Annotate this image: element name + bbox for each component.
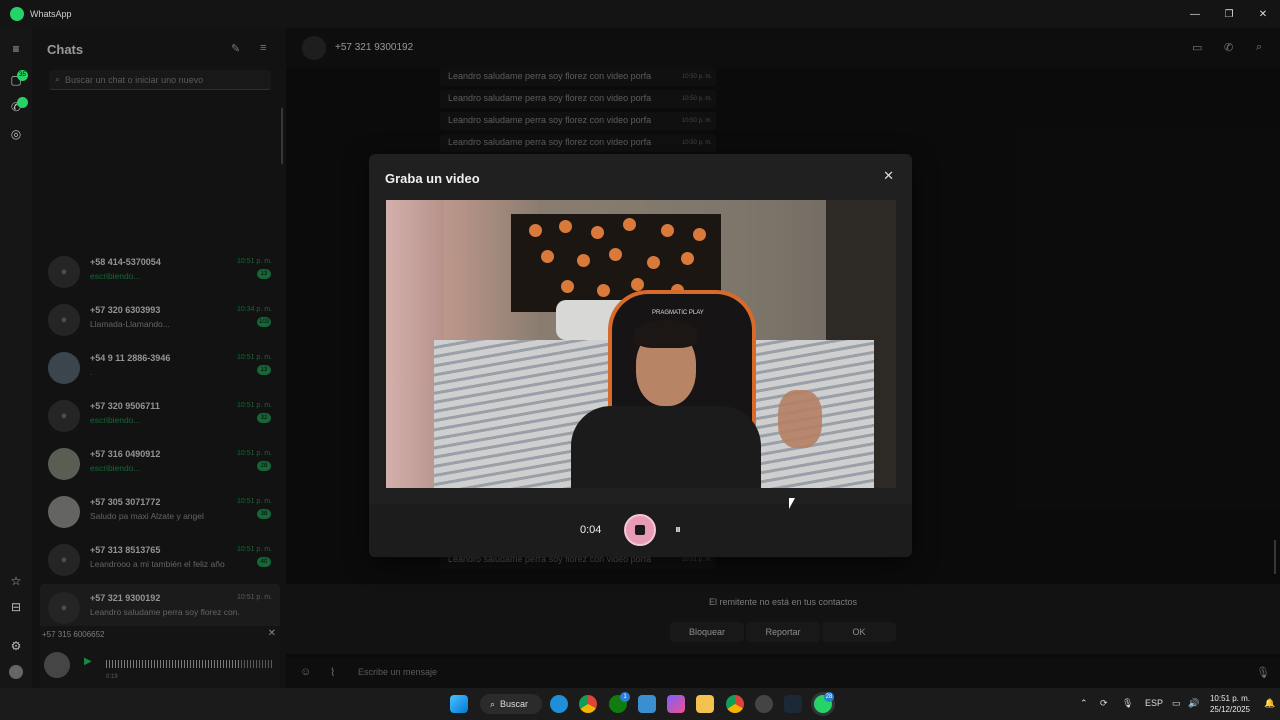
camera-preview: PRAGMATIC PLAY <box>386 200 896 488</box>
mouse-cursor-icon <box>789 498 795 509</box>
photos-icon[interactable] <box>638 695 656 713</box>
steam-icon[interactable] <box>784 695 802 713</box>
nav-rail: ≡ ▢ 35 ✆ ◎ ☆ ⊟ ⚙ <box>0 28 32 688</box>
profile-avatar[interactable] <box>9 665 23 679</box>
chevron-up-icon[interactable]: ⌃ <box>1080 698 1088 709</box>
taskbar-clock[interactable]: 10:51 p. m. 25/12/2025 <box>1206 693 1254 715</box>
whatsapp-logo-icon <box>10 7 24 21</box>
title-bar: WhatsApp — ❐ ✕ <box>0 0 1280 28</box>
taskbar: ⌕ Buscar 1 28 ⌃ ⟳ 🎙 ESP ▭ 🔊 10:51 p. m. 2… <box>0 688 1280 720</box>
app-title: WhatsApp <box>30 9 72 19</box>
window-controls: — ❐ ✕ <box>1178 0 1280 28</box>
restore-icon[interactable]: ❐ <box>1212 0 1246 28</box>
status-icon[interactable]: ◎ <box>9 127 23 141</box>
chair-brand-text: PRAGMATIC PLAY <box>652 310 704 316</box>
clock-date: 25/12/2025 <box>1209 705 1251 714</box>
recording-timer: 0:04 <box>580 524 602 536</box>
settings-icon[interactable]: ⚙ <box>9 639 23 653</box>
recording-controls: 0:04 ⏸ <box>369 504 912 557</box>
minimize-icon[interactable]: — <box>1178 0 1212 28</box>
notification-icon[interactable]: 🔔 <box>1264 698 1275 709</box>
sync-icon[interactable]: ⟳ <box>1100 698 1108 709</box>
file-explorer-icon[interactable] <box>696 695 714 713</box>
xbox-badge: 1 <box>620 692 630 702</box>
dialog-title: Graba un video <box>385 171 480 186</box>
taskbar-search[interactable]: ⌕ Buscar <box>480 694 542 714</box>
starred-icon[interactable]: ☆ <box>9 574 23 588</box>
network-icon[interactable]: ▭ <box>1172 698 1181 709</box>
edge-icon[interactable] <box>550 695 568 713</box>
search-icon: ⌕ <box>490 698 496 709</box>
close-window-icon[interactable]: ✕ <box>1246 0 1280 28</box>
archive-icon[interactable]: ⊟ <box>9 600 23 614</box>
language-indicator[interactable]: ESP <box>1145 698 1163 708</box>
whatsapp-badge: 28 <box>824 692 834 702</box>
clock-time: 10:51 p. m. <box>1209 694 1251 703</box>
menu-icon[interactable]: ≡ <box>9 42 23 56</box>
copilot-icon[interactable] <box>667 695 685 713</box>
volume-icon[interactable]: 🔊 <box>1188 698 1199 709</box>
stop-icon <box>635 525 645 535</box>
pause-icon[interactable]: ⏸ <box>675 522 681 537</box>
chats-badge: 35 <box>17 70 28 81</box>
chrome-icon[interactable] <box>579 695 597 713</box>
app-icon[interactable] <box>755 695 773 713</box>
windows-start-icon[interactable] <box>450 695 468 713</box>
record-video-dialog: Graba un video ✕ PRAGMATIC PLAY 0:04 ⏸ <box>369 154 912 557</box>
stop-recording-button[interactable] <box>624 514 656 546</box>
close-icon[interactable]: ✕ <box>883 168 894 184</box>
microphone-icon[interactable]: 🎙 <box>1122 698 1133 709</box>
taskbar-search-label: Buscar <box>500 699 529 709</box>
calls-badge <box>17 97 28 108</box>
chrome-profile-icon[interactable] <box>726 695 744 713</box>
